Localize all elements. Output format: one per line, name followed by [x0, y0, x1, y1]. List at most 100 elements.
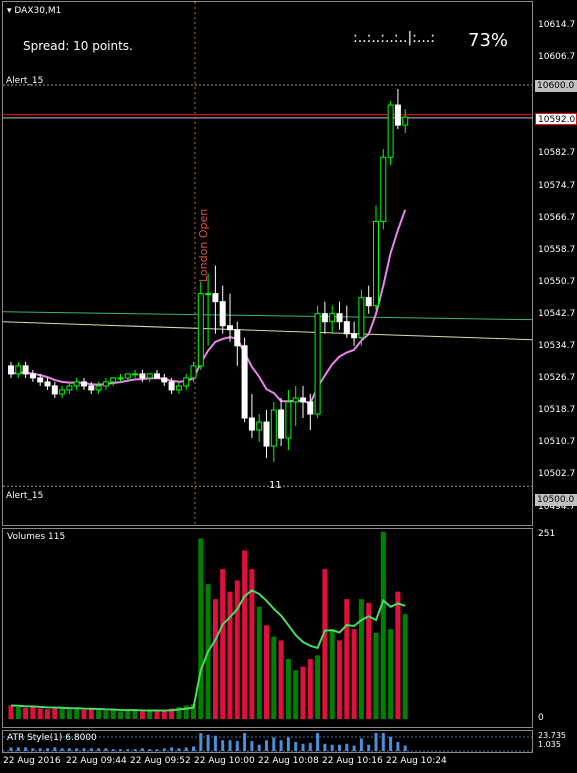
candle-body: [329, 313, 336, 323]
chevron-down-icon[interactable]: ▾: [7, 6, 12, 16]
price-tick-label: 10558.7: [538, 244, 576, 255]
atr-bar: [177, 748, 181, 751]
candle-body: [373, 220, 379, 307]
volumes-min-label: 0: [538, 713, 544, 723]
candle-body: [300, 397, 306, 403]
current-price-badge: 10592.0: [535, 113, 577, 125]
atr-bar: [396, 742, 400, 751]
volume-bar: [300, 666, 306, 719]
atr-bar: [97, 748, 101, 751]
volumes-label: Volumes 115: [7, 532, 66, 542]
atr-bar: [359, 738, 363, 751]
price-tick-label: 10566.7: [538, 212, 576, 223]
atr-bar: [286, 737, 290, 751]
atr-bar: [403, 745, 407, 751]
volume-bar: [307, 659, 313, 719]
price-tick-label: 10606.7: [538, 52, 576, 63]
atr-bar: [294, 742, 298, 751]
candle-body: [8, 365, 14, 375]
atr-bar: [221, 740, 225, 751]
candle-body: [387, 104, 394, 158]
volume-bar: [234, 580, 240, 719]
volume-bar: [315, 655, 321, 719]
price-tick-label: 10534.7: [538, 341, 576, 351]
candle-body: [95, 385, 102, 391]
candle-body: [37, 377, 44, 383]
atr-bar: [53, 747, 57, 751]
atr-bar: [82, 748, 86, 751]
candle-body: [139, 373, 146, 379]
progress-percent: 73%: [468, 30, 509, 51]
candle-body: [212, 293, 219, 303]
candle-body: [263, 421, 270, 447]
price-tick-label: 10550.7: [538, 276, 576, 287]
atr-bar: [308, 742, 312, 751]
price-tick-label: 10542.7: [538, 308, 576, 319]
candle-body: [161, 377, 168, 383]
volume-bar: [351, 629, 357, 719]
volume-bar: [139, 711, 145, 719]
volumes-pane[interactable]: Volumes 115: [2, 528, 533, 728]
candle-body: [307, 401, 314, 415]
candle-body: [146, 373, 153, 379]
candle-body: [205, 293, 212, 296]
atr-bar: [46, 748, 49, 751]
volume-bar: [395, 591, 401, 719]
candle-body: [154, 373, 160, 379]
atr-bar: [374, 733, 378, 751]
volume-bar: [271, 636, 277, 719]
volume-bar: [23, 707, 29, 719]
candle-body: [227, 325, 233, 331]
session-label: London Open: [197, 208, 210, 282]
atr-bar: [272, 737, 276, 751]
volume-bar: [147, 710, 153, 719]
alert-label-top: Alert_15: [6, 76, 44, 86]
candle-body: [248, 417, 255, 431]
atr-bar: [119, 749, 122, 751]
chart-window: ▾ DAX30,M1 Spread: 10 points. :..:..:..:…: [0, 0, 577, 773]
atr-bar: [104, 748, 108, 751]
atr-bar: [140, 748, 144, 751]
atr-bar: [9, 747, 13, 751]
candle-body: [256, 421, 263, 431]
volumes-max-label: 251: [538, 529, 556, 539]
volume-bar: [366, 602, 372, 719]
candle-body: [358, 297, 365, 339]
candle-body: [343, 321, 350, 335]
atr-bar: [213, 735, 217, 751]
volume-bar: [264, 625, 269, 719]
spread-label: Spread: 10 points.: [23, 39, 133, 53]
trend-line-green: [3, 311, 532, 321]
atr-bar: [323, 743, 327, 751]
atr-bar: [338, 744, 341, 751]
time-tick-label: 22 Aug 10:00: [194, 756, 255, 766]
candle-body: [234, 329, 241, 347]
volume-bar: [30, 707, 36, 719]
candle-body: [314, 313, 321, 415]
time-tick-label: 22 Aug 09:44: [66, 756, 127, 766]
volume-bar: [256, 606, 262, 719]
candle-body: [29, 373, 36, 379]
candle-body: [270, 409, 277, 447]
candle-body: [183, 377, 190, 387]
volume-bar: [293, 670, 299, 719]
volume-bar: [74, 708, 80, 719]
atr-bar: [199, 733, 203, 751]
atr-bar: [67, 748, 71, 751]
atr-pane[interactable]: ATR Style(1) 6.8000: [2, 730, 533, 753]
candle-body: [117, 377, 124, 380]
atr-bar: [184, 747, 188, 751]
atr-bar: [111, 749, 115, 751]
candle-body: [168, 381, 175, 391]
time-tick-label: 22 Aug 10:08: [258, 756, 319, 766]
atr-bar: [31, 748, 35, 751]
price-tick-label: 10502.7: [538, 469, 576, 480]
alert-price-badge-top: 10600.0: [535, 80, 577, 92]
price-chart-pane[interactable]: ▾ DAX30,M1 Spread: 10 points. :..:..:..:…: [2, 1, 533, 526]
atr-bar: [89, 748, 93, 751]
volume-bar: [278, 640, 284, 719]
candle-body: [44, 381, 51, 387]
atr-bar: [389, 736, 393, 751]
atr-bar: [257, 744, 261, 751]
candle-body: [241, 345, 248, 419]
